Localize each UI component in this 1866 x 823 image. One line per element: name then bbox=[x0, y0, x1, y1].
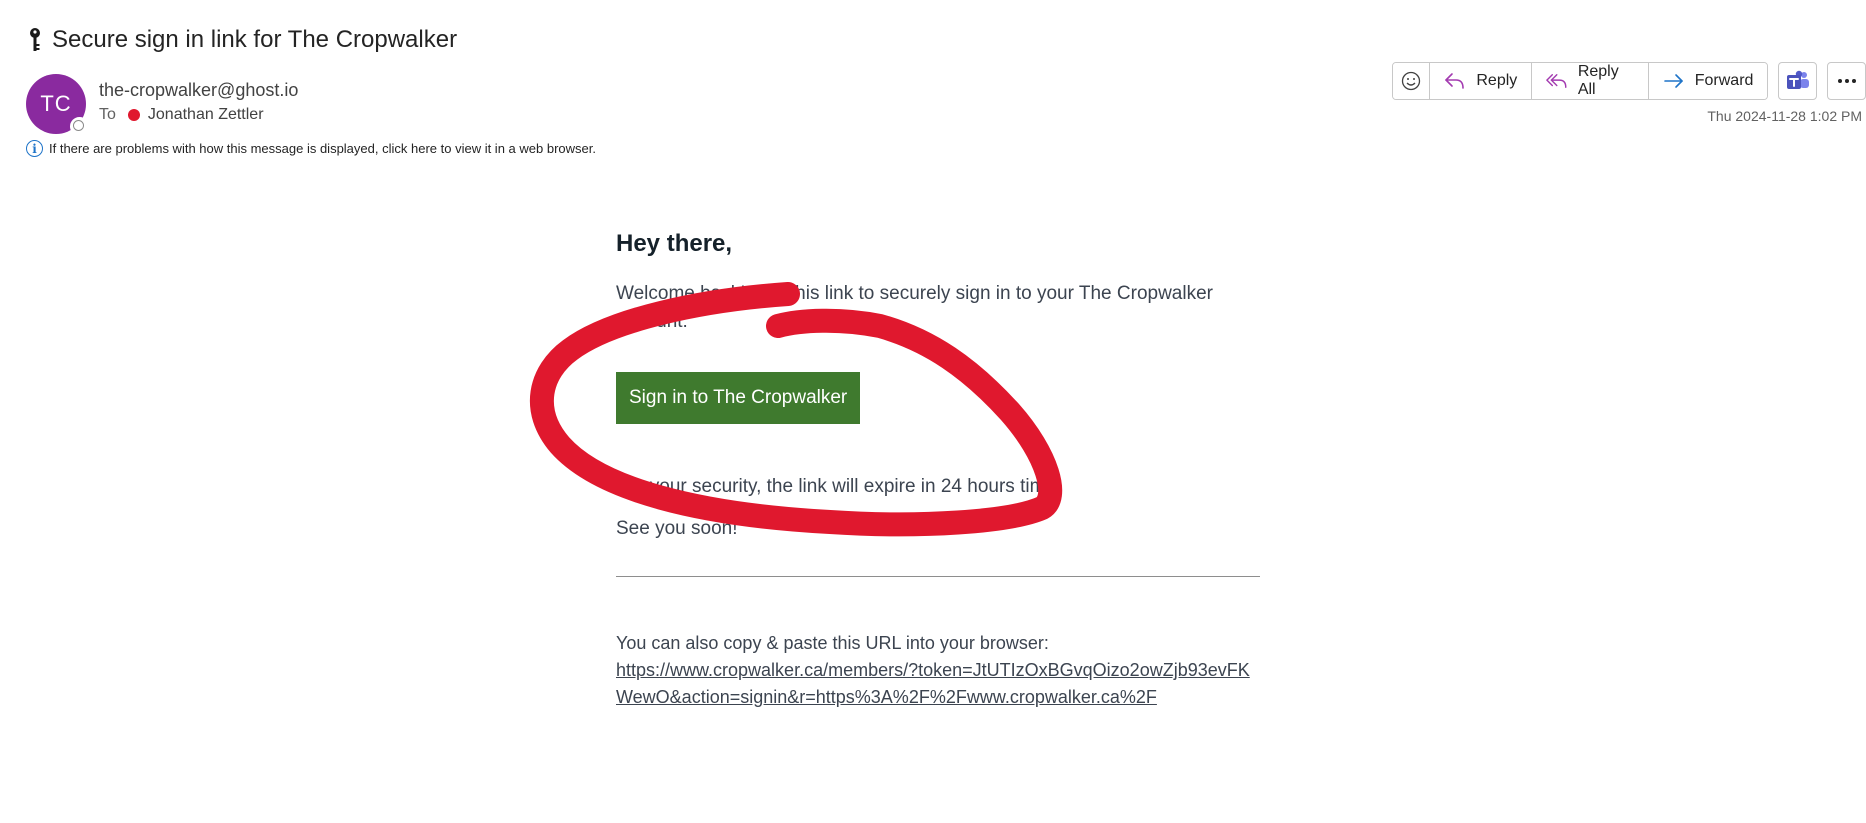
display-problem-notice[interactable]: i If there are problems with how this me… bbox=[26, 140, 596, 157]
welcome-paragraph: Welcome back! Use this link to securely … bbox=[616, 283, 1213, 332]
recipient-status-icon bbox=[127, 109, 140, 121]
teams-share-button[interactable] bbox=[1778, 62, 1818, 100]
message-toolbar: Reply Reply All Forward bbox=[1392, 62, 1866, 100]
reply-button[interactable]: Reply bbox=[1429, 63, 1532, 99]
sign-in-url-link[interactable]: https://www.cropwalker.ca/members/?token… bbox=[616, 657, 1260, 711]
sign-off: See you soon! bbox=[616, 518, 738, 539]
reply-icon bbox=[1445, 73, 1465, 89]
expiry-note: For your security, the link will expire … bbox=[616, 476, 1062, 497]
forward-label: Forward bbox=[1694, 72, 1754, 89]
copy-url-note: You can also copy & paste this URL into … bbox=[616, 633, 1049, 653]
message-body: Hey there, Welcome back! Use this link t… bbox=[616, 230, 1260, 711]
info-notice-text[interactable]: If there are problems with how this mess… bbox=[49, 141, 596, 156]
reply-all-label: Reply All bbox=[1577, 63, 1619, 98]
received-timestamp: Thu 2024-11-28 1:02 PM bbox=[1707, 108, 1862, 124]
reply-label: Reply bbox=[1476, 72, 1518, 89]
email-reading-pane: Secure sign in link for The Cropwalker T… bbox=[0, 0, 1866, 823]
reaction-button[interactable] bbox=[1393, 63, 1430, 99]
reply-all-button[interactable]: Reply All bbox=[1531, 63, 1648, 99]
action-button-group: Reply Reply All Forward bbox=[1392, 62, 1769, 100]
info-icon: i bbox=[26, 140, 43, 157]
forward-button[interactable]: Forward bbox=[1647, 63, 1768, 99]
greeting-heading: Hey there, bbox=[616, 230, 733, 257]
reply-all-icon bbox=[1546, 73, 1567, 89]
smiley-icon bbox=[1402, 71, 1421, 91]
recipient-line: To Jonathan Zettler bbox=[99, 106, 264, 124]
teams-icon bbox=[1786, 70, 1809, 89]
subject-text: Secure sign in link for The Cropwalker bbox=[52, 26, 458, 53]
more-icon bbox=[1837, 79, 1856, 83]
recipient-name[interactable]: Jonathan Zettler bbox=[148, 106, 264, 124]
to-label: To bbox=[99, 106, 116, 123]
key-icon bbox=[26, 27, 44, 53]
email-subject: Secure sign in link for The Cropwalker bbox=[26, 26, 457, 54]
sender-address[interactable]: the-cropwalker@ghost.io bbox=[99, 80, 298, 101]
more-actions-button[interactable] bbox=[1827, 62, 1866, 100]
avatar-initials: TC bbox=[40, 91, 72, 116]
divider bbox=[616, 576, 1260, 577]
forward-arrow-icon bbox=[1663, 74, 1683, 88]
presence-status-icon bbox=[70, 117, 89, 136]
sign-in-button[interactable]: Sign in to The Cropwalker bbox=[616, 372, 861, 424]
